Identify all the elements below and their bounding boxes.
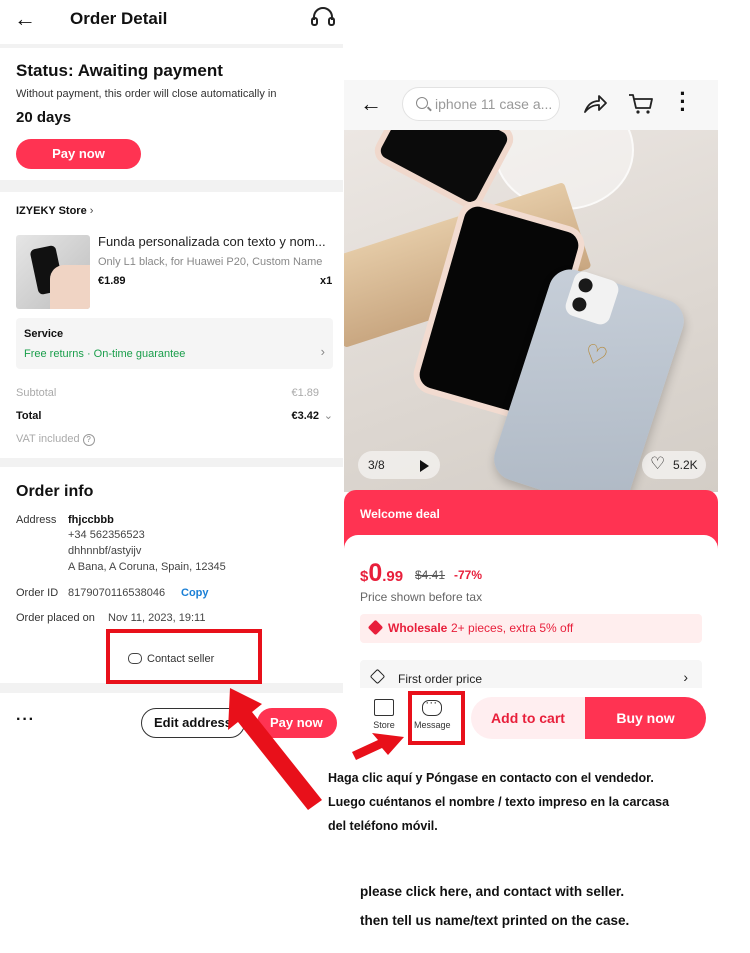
vat-row: VAT included? — [16, 433, 333, 446]
search-placeholder: iphone 11 case a... — [435, 96, 553, 112]
wholesale-row[interactable]: Wholesale 2+ pieces, extra 5% off — [360, 614, 702, 643]
total-row[interactable]: Total €3.42 ⌄ — [16, 410, 333, 422]
contact-seller-highlight — [106, 629, 262, 684]
instruction-es-line-2: Luego cuéntanos el nombre / texto impres… — [328, 795, 670, 809]
search-icon — [416, 97, 428, 109]
coupon-tag-icon — [369, 668, 386, 685]
tax-note: Price shown before tax — [360, 590, 483, 604]
store-name: IZYEKY Store — [16, 205, 87, 217]
share-icon[interactable] — [582, 92, 608, 116]
product-quantity: x1 — [320, 275, 333, 287]
more-options-icon[interactable]: ··· — [16, 711, 35, 729]
product-action-bar: Store Message Add to cart Buy now — [344, 688, 718, 750]
first-order-label: First order price — [398, 672, 483, 686]
instruction-es-line-1: Haga clic aquí y Póngase en contacto con… — [328, 771, 654, 785]
address-city: A Bana, A Coruna, Spain, 12345 — [68, 561, 226, 573]
copy-order-id-button[interactable]: Copy — [181, 587, 209, 599]
subtotal-label: Subtotal — [16, 387, 57, 399]
instructions-spanish: Haga clic aquí y Póngase en contacto con… — [328, 766, 748, 838]
add-to-cart-button[interactable]: Add to cart — [471, 697, 585, 739]
status-title: Status: Awaiting payment — [16, 61, 223, 80]
current-price: $0.99 — [360, 559, 403, 588]
discount-badge: -77% — [454, 568, 483, 582]
address-name: fhjccbbb — [68, 514, 114, 526]
cart-icon[interactable] — [628, 92, 654, 116]
service-title: Service — [24, 328, 64, 340]
chevron-right-icon: › — [89, 205, 94, 217]
price-card: $0.99 $4.41 -77% Price shown before tax … — [344, 535, 718, 695]
order-id-label: Order ID — [16, 587, 59, 599]
image-counter: 3/8 — [368, 458, 385, 472]
image-pager[interactable]: 3/8 — [358, 451, 440, 479]
play-icon[interactable] — [420, 460, 429, 472]
pay-now-button[interactable]: Pay now — [16, 139, 141, 169]
storefront-icon — [374, 699, 394, 716]
store-link[interactable]: IZYEKY Store › — [16, 205, 93, 217]
product-image[interactable]: ♡ 3/8 ♡ 5.2K — [344, 130, 718, 492]
help-icon[interactable]: ? — [82, 434, 95, 446]
status-section: Status: Awaiting payment Without payment… — [0, 48, 343, 180]
tag-icon — [367, 619, 384, 636]
wishlist-button[interactable]: ♡ 5.2K — [642, 451, 706, 479]
order-detail-header: ← Order Detail — [0, 0, 343, 44]
buy-now-button[interactable]: Buy now — [585, 697, 706, 739]
page-title: Order Detail — [70, 9, 168, 28]
instruction-en-line-2: then tell us name/text printed on the ca… — [360, 913, 630, 928]
back-arrow-icon[interactable]: ← — [360, 91, 382, 117]
product-screen: ← iphone 11 case a... ··· ♡ 3/8 ♡ 5.2K — [344, 80, 718, 750]
product-title[interactable]: Funda personalizada con texto y nom... — [98, 234, 334, 249]
product-toolbar: ← iphone 11 case a... · · · — [344, 80, 718, 130]
store-section: IZYEKY Store › Funda personalizada con te… — [0, 192, 343, 458]
original-price: $4.41 — [415, 568, 446, 582]
service-row[interactable]: Service Free returns · On-time guarantee… — [16, 318, 333, 369]
wholesale-label: Wholesale — [388, 621, 448, 635]
edit-address-button[interactable]: Edit address — [141, 708, 245, 738]
order-id-value: 8179070116538046 — [68, 587, 166, 599]
order-placed-label: Order placed on — [16, 612, 95, 624]
chevron-down-icon[interactable]: ⌄ — [324, 409, 333, 422]
order-placed-date: Nov 11, 2023, 19:11 — [108, 612, 206, 624]
message-highlight — [408, 691, 465, 745]
service-guarantee: Free returns · On-time guarantee — [24, 348, 186, 360]
chevron-right-icon: › — [320, 344, 325, 359]
order-info-title: Order info — [16, 483, 94, 500]
product-thumbnail[interactable] — [16, 235, 90, 309]
address-phone: +34 562356523 — [68, 529, 145, 541]
status-subtitle: Without payment, this order will close a… — [16, 88, 277, 100]
total-label: Total — [16, 410, 42, 422]
more-vertical-icon[interactable]: · · · — [679, 83, 687, 121]
subtotal-value: €1.89 — [291, 387, 319, 399]
pay-now-bottom-button[interactable]: Pay now — [257, 708, 337, 738]
address-label: Address — [16, 514, 57, 526]
chevron-right-icon: › — [683, 669, 688, 685]
store-label: Store — [373, 720, 395, 730]
status-days: 20 days — [16, 109, 72, 126]
back-arrow-icon[interactable]: ← — [14, 6, 36, 32]
order-bottom-bar: ··· Edit address Pay now — [0, 693, 343, 750]
vat-label: VAT included — [16, 433, 80, 445]
instruction-en-line-1: please click here, and contact with sell… — [360, 884, 625, 899]
headset-icon[interactable] — [310, 6, 336, 30]
price-whole: 0 — [368, 559, 383, 587]
instruction-es-line-3: del teléfono móvil. — [328, 819, 438, 833]
welcome-deal-label: Welcome deal — [360, 507, 440, 521]
subtotal-row: Subtotal €1.89 — [16, 387, 333, 399]
heart-icon: ♡ — [650, 454, 666, 473]
product-variant: Only L1 black, for Huawei P20, Custom Na… — [98, 256, 323, 268]
likes-count: 5.2K — [673, 458, 698, 472]
product-price: €1.89 — [98, 275, 126, 287]
address-street: dhhnnbf/astyijv — [68, 545, 142, 557]
wholesale-text: 2+ pieces, extra 5% off — [451, 621, 574, 635]
search-input[interactable]: iphone 11 case a... — [402, 87, 560, 121]
price-decimal: .99 — [382, 568, 404, 585]
instructions-english: please click here, and contact with sell… — [360, 877, 740, 935]
store-button[interactable]: Store — [364, 697, 404, 737]
total-value: €3.42 — [291, 410, 319, 422]
